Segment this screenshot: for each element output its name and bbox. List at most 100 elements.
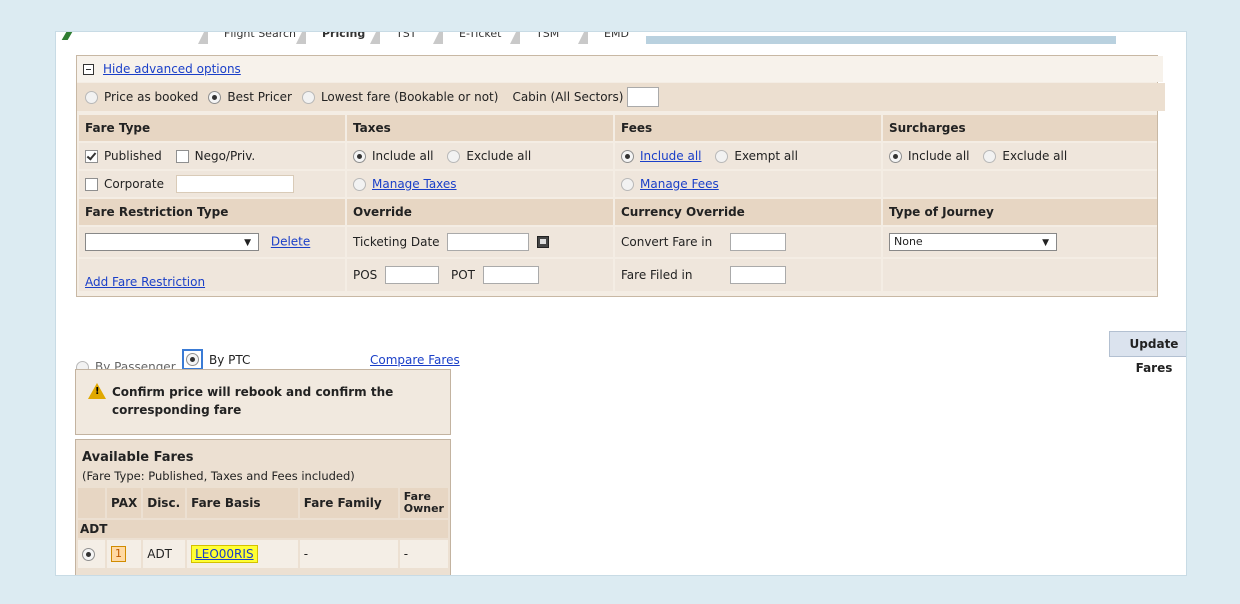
published-label: Published: [104, 149, 162, 163]
corporate-input[interactable]: [175, 175, 294, 193]
manage-fees-cell: Manage Fees: [615, 171, 881, 197]
tab-tst[interactable]: TST: [369, 32, 431, 44]
fare-basis-link[interactable]: LEO00RIS: [191, 545, 258, 563]
best-pricer-label: Best Pricer: [227, 90, 292, 104]
advanced-options-panel: Hide advanced options Price as booked Be…: [76, 55, 1165, 297]
ticketing-date-input[interactable]: [447, 233, 530, 251]
pax-column-header: PAX: [107, 488, 142, 518]
update-fares-button[interactable]: Update Fares: [1109, 331, 1186, 375]
nego-priv-checkbox[interactable]: [175, 150, 189, 163]
tab-pricing[interactable]: Pricing: [295, 32, 380, 44]
taxes-header: Taxes: [347, 115, 613, 141]
pot-input[interactable]: [482, 266, 539, 284]
tax-include-all-radio[interactable]: [353, 150, 366, 163]
hide-options-row: Hide advanced options: [77, 56, 1163, 82]
by-ptc-option: By PTC: [182, 349, 250, 370]
tab-strip-bar: [646, 36, 1116, 44]
fare-select-cell: [78, 540, 105, 568]
status-marker: [61, 32, 73, 40]
fare-filed-in-input[interactable]: [730, 266, 787, 284]
pax-cell: 1: [107, 540, 142, 568]
tax-exclude-all-radio[interactable]: [447, 150, 461, 163]
tax-include-all-label: Include all: [372, 149, 434, 163]
tab-flight-search[interactable]: Flight Search: [198, 32, 310, 44]
journey-select-cell: None ▼: [883, 227, 1157, 257]
restriction-select[interactable]: ▼: [85, 233, 259, 251]
fee-exempt-all-radio[interactable]: [715, 150, 729, 163]
warning-icon: [88, 383, 106, 399]
available-fares-title: Available Fares: [82, 450, 194, 465]
pos-label: POS: [353, 267, 378, 282]
passenger-group-label: ADT: [78, 520, 448, 538]
lowest-fare-radio[interactable]: [301, 90, 315, 104]
pax-number-badge: 1: [111, 546, 126, 562]
calendar-icon[interactable]: [537, 236, 550, 248]
type-of-journey-header: Type of Journey: [883, 199, 1157, 225]
add-fare-restriction-link[interactable]: Add Fare Restriction: [85, 275, 205, 289]
convert-fare-in-label: Convert Fare in: [621, 234, 713, 249]
manage-fees-radio[interactable]: [621, 178, 634, 191]
convert-fare-in-input[interactable]: [730, 233, 787, 251]
delete-link[interactable]: Delete: [271, 235, 310, 249]
corporate-label: Corporate: [104, 176, 164, 191]
fee-include-all-radio[interactable]: [621, 150, 634, 163]
fare-family-cell: -: [299, 540, 398, 568]
price-as-booked-radio[interactable]: [85, 90, 98, 104]
compare-fares-link[interactable]: Compare Fares: [370, 353, 460, 367]
pot-label: POT: [450, 267, 475, 282]
by-ptc-focus: [182, 349, 203, 370]
currency-override-header: Currency Override: [615, 199, 881, 225]
table-row[interactable]: 1 ADT LEO00RIS - -: [78, 540, 448, 568]
sur-exclude-all-radio[interactable]: [983, 150, 997, 163]
lowest-fare-label: Lowest fare (Bookable or not): [320, 90, 499, 104]
taxes-cell: Include all Exclude all: [347, 143, 613, 169]
convert-fare-cell: Convert Fare in: [615, 227, 881, 257]
tab-emd[interactable]: EMD: [578, 32, 643, 44]
fare-restriction-type-header: Fare Restriction Type: [79, 199, 345, 225]
price-as-booked-label: Price as booked: [104, 90, 199, 104]
manage-taxes-radio[interactable]: [353, 178, 366, 191]
by-ptc-label: By PTC: [209, 352, 251, 367]
pricing-mode-row: Price as booked Best Pricer Lowest fare …: [77, 83, 1165, 111]
fare-type-header: Fare Type: [79, 115, 345, 141]
fare-filed-cell: Fare Filed in: [615, 259, 881, 291]
corporate-cell: Corporate: [79, 171, 345, 197]
journey-select-value: None: [894, 235, 923, 248]
hide-advanced-options-link[interactable]: Hide advanced options: [103, 62, 241, 76]
sur-exclude-all-label: Exclude all: [1002, 149, 1068, 163]
options-grid: Fare Type Taxes Fees Surcharges Publishe…: [77, 113, 1159, 293]
pos-pot-cell: POS POT: [347, 259, 613, 291]
sur-include-all-radio[interactable]: [889, 150, 902, 163]
type-of-journey-select[interactable]: None ▼: [889, 233, 1057, 251]
surcharges-header: Surcharges: [883, 115, 1157, 141]
disc-column-header: Disc.: [143, 488, 186, 518]
corporate-checkbox[interactable]: [85, 177, 98, 191]
tax-exclude-all-label: Exclude all: [466, 149, 532, 163]
passenger-group-row: ADT: [78, 520, 448, 538]
fees-cell: Include all Exempt all: [615, 143, 881, 169]
sur-include-all-label: Include all: [908, 149, 970, 163]
fare-select-radio[interactable]: [82, 548, 95, 561]
manage-fees-link[interactable]: Manage Fees: [640, 177, 719, 191]
tab-e-ticket[interactable]: E-Ticket: [432, 32, 516, 44]
fare-family-column-header: Fare Family: [299, 488, 398, 518]
dropdown-arrow-icon: ▼: [1042, 238, 1049, 248]
fee-include-all-link[interactable]: Include all: [640, 149, 702, 163]
cabin-input[interactable]: [627, 87, 660, 107]
best-pricer-radio[interactable]: [208, 90, 222, 104]
available-fares-panel: Available Fares (Fare Type: Published, T…: [75, 439, 451, 575]
nego-priv-label: Nego/Priv.: [194, 149, 256, 163]
override-header: Override: [347, 199, 613, 225]
published-checkbox[interactable]: [85, 150, 98, 163]
tab-tsm[interactable]: TSM: [509, 32, 574, 44]
manage-taxes-link[interactable]: Manage Taxes: [372, 177, 457, 191]
cabin-label: Cabin (All Sectors): [512, 90, 624, 104]
select-column-header: [78, 488, 105, 518]
surcharges-cell: Include all Exclude all: [883, 143, 1157, 169]
ticketing-date-label: Ticketing Date: [353, 234, 440, 249]
by-ptc-radio[interactable]: [186, 353, 199, 366]
collapse-icon[interactable]: [83, 63, 94, 75]
pos-input[interactable]: [385, 266, 440, 284]
empty-cell: [883, 259, 1157, 291]
dropdown-arrow-icon: ▼: [244, 238, 251, 248]
